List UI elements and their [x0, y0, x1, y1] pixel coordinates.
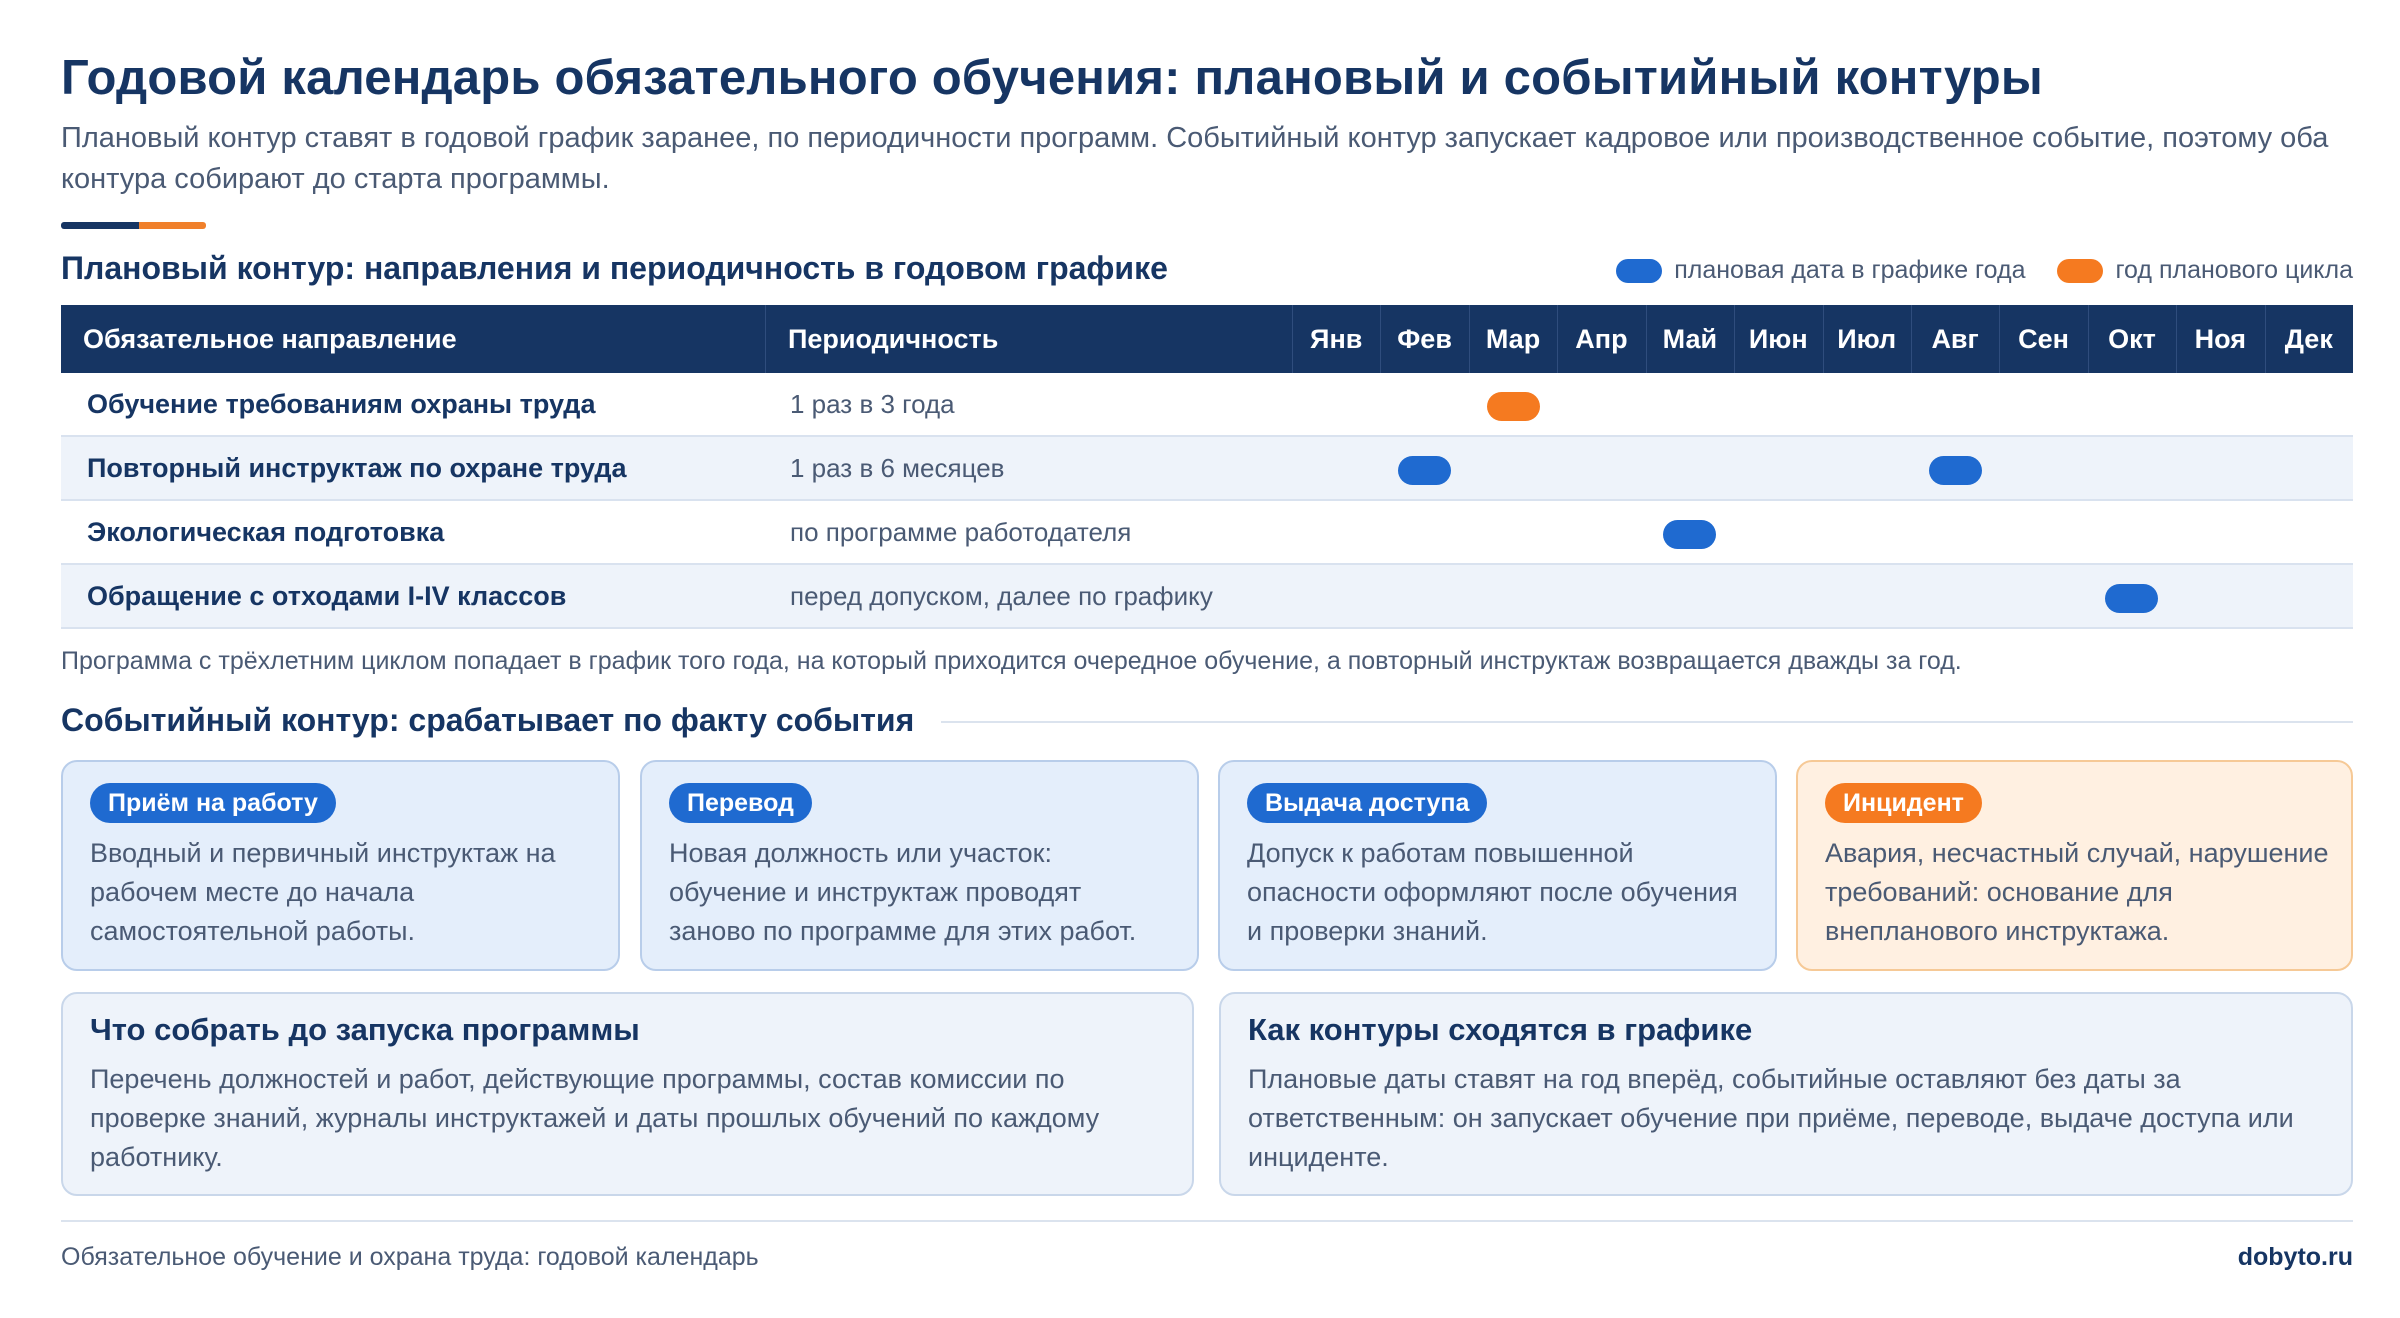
planned-note: Программа с трёхлетним циклом попадает в…	[61, 647, 1962, 675]
event-badge-transfer: Перевод	[669, 783, 812, 823]
footer-caption: Обязательное обучение и охрана труда: го…	[61, 1243, 759, 1271]
row-direction: Повторный инструктаж по охране труда	[87, 453, 627, 483]
plan-date-marker	[1928, 456, 1982, 485]
summary-merge-text: Плановые даты ставят на год вперёд, собы…	[1248, 1064, 2294, 1172]
table-body: Обучение требованиям охраны труда 1 раз в…	[61, 373, 2353, 629]
row-direction: Обращение с отходами I-IV классов	[87, 581, 567, 611]
legend-cycle-label: год планового цикла	[2115, 256, 2353, 284]
plan-date-marker	[1663, 520, 1717, 549]
summary-merge: Как контуры сходятся в графике Плановые …	[1219, 992, 2353, 1196]
plan-date-marker	[2105, 584, 2159, 613]
column-periodicity: Периодичность	[788, 324, 999, 354]
summary-collect-title: Что собрать до запуска программы	[90, 1012, 640, 1047]
plan-swatch-icon	[1616, 258, 1663, 283]
legend: плановая дата в графике года год планово…	[1584, 256, 2353, 285]
table-header: Обязательное направление Периодичность Я…	[61, 305, 2353, 373]
footer-site-link[interactable]: dobyto.ru	[2238, 1243, 2353, 1272]
event-text-transfer: Новая должность или участок: обучение и …	[669, 838, 1137, 946]
column-month: Июл	[1837, 324, 1897, 354]
legend-item-cycle: год планового цикла	[2057, 256, 2353, 285]
column-month: Мар	[1485, 324, 1541, 354]
event-text-access: Допуск к работам повышенной опасности оф…	[1247, 838, 1738, 946]
column-month: Дек	[2284, 324, 2333, 354]
summary-merge-title: Как контуры сходятся в графике	[1248, 1012, 1753, 1047]
column-month: Окт	[2108, 324, 2156, 354]
title-accent-bar	[61, 222, 206, 229]
summary-collect: Что собрать до запуска программы Перечен…	[61, 992, 1194, 1196]
event-card-transfer: Перевод Новая должность или участок: обу…	[640, 760, 1199, 971]
planned-table: Обязательное направление Периодичность Я…	[61, 305, 2353, 629]
cycle-year-marker	[1486, 392, 1540, 421]
plan-date-marker	[1398, 456, 1452, 485]
column-month: Сен	[2018, 324, 2069, 354]
page-title: Годовой календарь обязательного обучения…	[61, 51, 2043, 105]
row-direction: Обучение требованиям охраны труда	[87, 389, 596, 419]
event-badge-hire: Приём на работу	[90, 783, 336, 823]
row-direction: Экологическая подготовка	[87, 517, 445, 547]
row-periodicity: перед допуском, далее по графику	[790, 581, 1213, 611]
row-periodicity: по программе работодателя	[790, 517, 1132, 547]
event-card-access: Выдача доступа Допуск к работам повышенн…	[1218, 760, 1777, 971]
column-month: Май	[1662, 324, 1718, 354]
event-heading-divider	[941, 721, 2353, 723]
column-month: Фев	[1397, 324, 1452, 354]
table-row: Обучение требованиям охраны труда 1 раз в…	[61, 373, 2353, 437]
column-month: Ноя	[2194, 324, 2247, 354]
table-row: Обращение с отходами I-IV классов перед д…	[61, 565, 2353, 629]
planned-heading: Плановый контур: направления и периодичн…	[61, 250, 1168, 286]
event-text-hire: Вводный и первичный инструктаж на рабоче…	[90, 838, 556, 946]
legend-plan-label: плановая дата в графике года	[1674, 256, 2026, 284]
page-subtitle: Плановый контур ставят в годовой график …	[61, 122, 2329, 195]
cycle-swatch-icon	[2057, 258, 2104, 283]
row-periodicity: 1 раз в 3 года	[790, 389, 955, 419]
table-row: Экологическая подготовка по программе раб…	[61, 501, 2353, 565]
column-month: Авг	[1931, 324, 1979, 354]
event-heading: Событийный контур: срабатывает по факту …	[61, 702, 915, 738]
page: Годовой календарь обязательного обучения…	[61, 0, 2353, 1318]
column-month: Янв	[1310, 324, 1363, 354]
column-month: Июн	[1748, 324, 1808, 354]
event-card-hire: Приём на работу Вводный и первичный инст…	[61, 760, 620, 971]
footer-divider	[61, 1220, 2353, 1222]
event-badge-access: Выдача доступа	[1247, 783, 1488, 823]
table-row: Повторный инструктаж по охране труда 1 ра…	[61, 437, 2353, 501]
legend-item-plan: плановая дата в графике года	[1616, 256, 2025, 285]
summary-collect-text: Перечень должностей и работ, действующие…	[90, 1064, 1100, 1172]
event-card-incident: Инцидент Авария, несчастный случай, нару…	[1796, 760, 2353, 971]
event-text-incident: Авария, несчастный случай, нарушение тре…	[1825, 838, 2329, 946]
column-direction: Обязательное направление	[83, 324, 457, 354]
column-month: Апр	[1575, 324, 1628, 354]
row-periodicity: 1 раз в 6 месяцев	[790, 453, 1005, 483]
event-badge-incident: Инцидент	[1825, 783, 1982, 823]
